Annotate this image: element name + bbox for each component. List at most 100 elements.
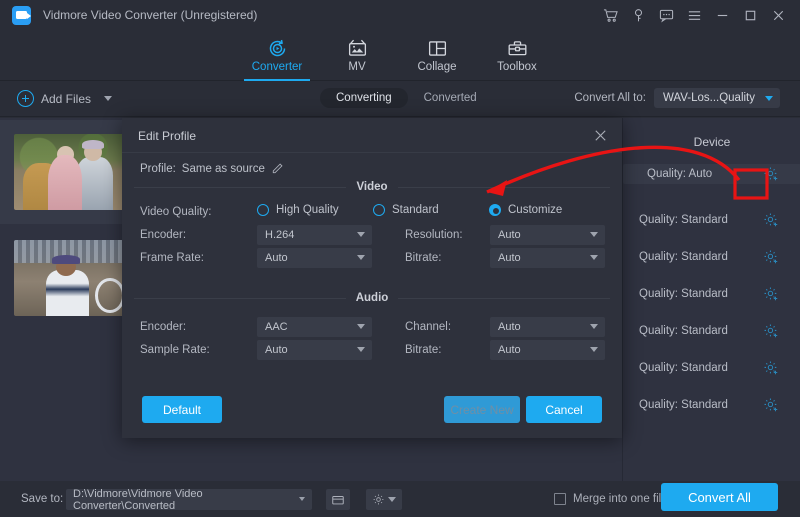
audio-samplerate-value: Auto bbox=[265, 344, 288, 356]
video-framerate-label: Frame Rate: bbox=[140, 252, 204, 264]
video-thumbnail bbox=[14, 134, 127, 210]
convert-all-button[interactable]: Convert All bbox=[661, 483, 778, 511]
profile-row: Profile: Same as source bbox=[140, 162, 284, 175]
tab-collage-label: Collage bbox=[418, 61, 457, 73]
gear-icon[interactable] bbox=[763, 397, 779, 413]
device-row-1[interactable]: Quality: Auto bbox=[623, 164, 800, 184]
audio-samplerate-select[interactable]: Auto bbox=[257, 340, 372, 360]
save-to-path-input[interactable]: D:\Vidmore\Vidmore Video Converter\Conve… bbox=[66, 489, 312, 510]
chevron-down-icon bbox=[765, 96, 773, 101]
add-files-button[interactable]: Add Files bbox=[17, 90, 112, 107]
gear-icon[interactable] bbox=[763, 323, 779, 339]
video-resolution-label: Resolution: bbox=[405, 229, 463, 241]
chevron-down-icon bbox=[590, 255, 598, 260]
minimize-icon[interactable] bbox=[709, 2, 735, 28]
title-bar: Vidmore Video Converter (Unregistered) bbox=[0, 0, 800, 30]
gear-icon[interactable] bbox=[763, 212, 779, 228]
chevron-down-icon[interactable] bbox=[299, 497, 305, 501]
tab-toolbox[interactable]: Toolbox bbox=[477, 30, 557, 81]
tab-collage[interactable]: Collage bbox=[397, 30, 477, 81]
cart-icon[interactable] bbox=[597, 2, 623, 28]
menu-icon[interactable] bbox=[681, 2, 707, 28]
profile-label: Profile: bbox=[140, 163, 176, 175]
video-resolution-select[interactable]: Auto bbox=[490, 225, 605, 245]
window-controls bbox=[597, 0, 791, 30]
device-row-6[interactable]: Quality: Standard bbox=[623, 349, 800, 386]
gear-icon bbox=[372, 493, 385, 506]
chevron-down-icon bbox=[357, 255, 365, 260]
mv-icon bbox=[347, 38, 368, 59]
audio-bitrate-select[interactable]: Auto bbox=[490, 340, 605, 360]
app-title: Vidmore Video Converter (Unregistered) bbox=[43, 8, 257, 22]
radio-dot bbox=[257, 204, 269, 216]
audio-bitrate-value: Auto bbox=[498, 344, 521, 356]
toolbox-icon bbox=[507, 38, 528, 59]
nav-tabs: Converter MV bbox=[237, 30, 557, 81]
device-quality-label: Quality: Standard bbox=[639, 362, 728, 374]
converter-icon bbox=[267, 38, 288, 59]
audio-encoder-select[interactable]: AAC bbox=[257, 317, 372, 337]
video-bitrate-label: Bitrate: bbox=[405, 252, 441, 264]
audio-encoder-value: AAC bbox=[265, 321, 288, 333]
video-encoder-select[interactable]: H.264 bbox=[257, 225, 372, 245]
status-tabs: Converting Converted bbox=[320, 88, 493, 108]
key-icon[interactable] bbox=[625, 2, 651, 28]
merge-into-one-file-checkbox[interactable]: Merge into one file bbox=[554, 493, 668, 505]
device-row-2[interactable]: Quality: Standard bbox=[623, 201, 800, 238]
device-panel-title: Device bbox=[623, 135, 800, 149]
feedback-icon[interactable] bbox=[653, 2, 679, 28]
maximize-icon[interactable] bbox=[737, 2, 763, 28]
radio-customize[interactable]: Customize bbox=[489, 204, 562, 216]
video-bitrate-select[interactable]: Auto bbox=[490, 248, 605, 268]
output-format-select[interactable]: WAV-Los...Quality bbox=[654, 88, 780, 108]
divider bbox=[398, 187, 610, 188]
tab-converted[interactable]: Converted bbox=[408, 88, 493, 108]
gear-icon[interactable] bbox=[763, 166, 779, 182]
edit-pencil-icon[interactable] bbox=[271, 162, 284, 175]
tab-mv[interactable]: MV bbox=[317, 30, 397, 81]
device-quality-label: Quality: Auto bbox=[647, 168, 712, 180]
default-button[interactable]: Default bbox=[142, 396, 222, 423]
audio-encoder-label: Encoder: bbox=[140, 321, 186, 333]
video-thumbnail bbox=[14, 240, 127, 316]
tab-converting[interactable]: Converting bbox=[320, 88, 408, 108]
settings-button[interactable] bbox=[366, 489, 402, 510]
gear-icon[interactable] bbox=[763, 249, 779, 265]
radio-high-quality[interactable]: High Quality bbox=[257, 204, 339, 216]
audio-samplerate-label: Sample Rate: bbox=[140, 344, 210, 356]
gear-icon[interactable] bbox=[763, 286, 779, 302]
device-row-3[interactable]: Quality: Standard bbox=[623, 238, 800, 275]
browse-folder-button[interactable] bbox=[326, 489, 350, 510]
device-quality-label: Quality: Standard bbox=[639, 325, 728, 337]
convert-all-to-group: Convert All to: WAV-Los...Quality bbox=[574, 88, 780, 108]
device-row-5[interactable]: Quality: Standard bbox=[623, 312, 800, 349]
video-framerate-select[interactable]: Auto bbox=[257, 248, 372, 268]
tab-converter[interactable]: Converter bbox=[237, 30, 317, 81]
gear-icon[interactable] bbox=[763, 360, 779, 376]
radio-standard[interactable]: Standard bbox=[373, 204, 439, 216]
chevron-down-icon bbox=[590, 324, 598, 329]
nav-bar: Converter MV bbox=[0, 30, 800, 81]
device-quality-label: Quality: Standard bbox=[639, 288, 728, 300]
chevron-down-icon bbox=[357, 324, 365, 329]
create-new-button[interactable]: Create New bbox=[444, 396, 520, 423]
video-bitrate-value: Auto bbox=[498, 252, 521, 264]
audio-section-title: Audio bbox=[346, 292, 399, 304]
video-encoder-value: H.264 bbox=[265, 229, 294, 241]
radio-dot bbox=[489, 204, 501, 216]
video-encoder-label: Encoder: bbox=[140, 229, 186, 241]
device-row-7[interactable]: Quality: Standard bbox=[623, 386, 800, 423]
close-icon[interactable] bbox=[765, 2, 791, 28]
close-icon[interactable] bbox=[592, 127, 610, 145]
cancel-button[interactable]: Cancel bbox=[526, 396, 602, 423]
plus-icon bbox=[17, 90, 34, 107]
video-quality-label: Video Quality: bbox=[140, 206, 211, 218]
video-resolution-value: Auto bbox=[498, 229, 521, 241]
audio-channel-select[interactable]: Auto bbox=[490, 317, 605, 337]
folder-icon bbox=[331, 493, 345, 507]
device-quality-label: Quality: Standard bbox=[639, 214, 728, 226]
chevron-down-icon[interactable] bbox=[104, 96, 112, 101]
output-format-value: WAV-Los...Quality bbox=[663, 92, 755, 104]
dialog-title: Edit Profile bbox=[138, 129, 196, 143]
device-row-4[interactable]: Quality: Standard bbox=[623, 275, 800, 312]
